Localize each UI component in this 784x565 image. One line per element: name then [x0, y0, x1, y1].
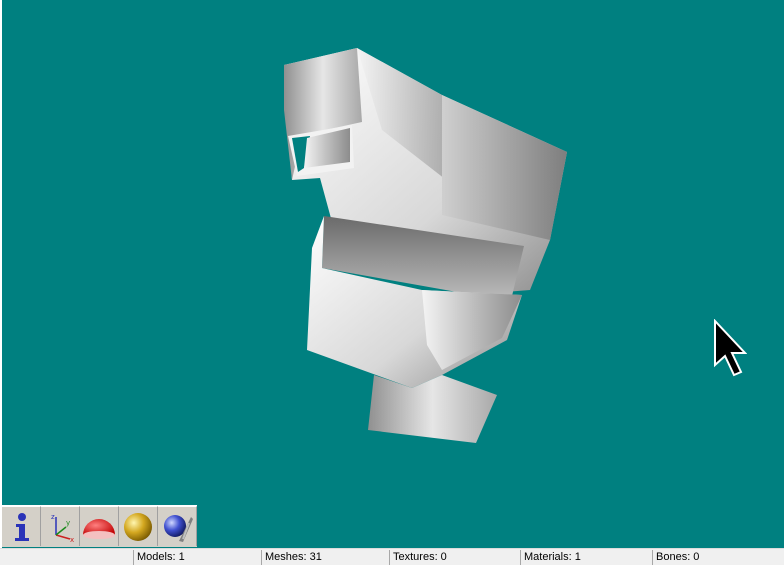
sphere-wand-icon [164, 514, 193, 542]
status-materials: Materials: 1 [520, 550, 652, 565]
svg-text:z: z [51, 513, 55, 521]
3d-viewport[interactable] [0, 0, 784, 548]
status-bar: Models: 1 Meshes: 31 Textures: 0 Materia… [0, 548, 784, 565]
toolbar: z y x [2, 505, 197, 547]
info-button[interactable] [2, 506, 41, 546]
axes-button[interactable]: z y x [41, 506, 80, 546]
axes-icon: z y x [51, 513, 74, 543]
sphere-icon [124, 512, 152, 541]
sphere-wand-button[interactable] [158, 506, 197, 546]
sphere-button[interactable] [119, 506, 158, 546]
status-models: Models: 1 [133, 550, 261, 565]
info-icon [15, 512, 29, 541]
svg-text:x: x [70, 536, 74, 543]
mouse-cursor-icon [713, 318, 748, 384]
status-textures: Textures: 0 [389, 550, 520, 565]
status-bones: Bones: 0 [652, 550, 784, 565]
3d-model [284, 48, 567, 443]
status-meshes: Meshes: 31 [261, 550, 389, 565]
svg-text:y: y [66, 519, 70, 527]
hemisphere-icon [83, 518, 115, 539]
hemisphere-button[interactable] [80, 506, 119, 546]
